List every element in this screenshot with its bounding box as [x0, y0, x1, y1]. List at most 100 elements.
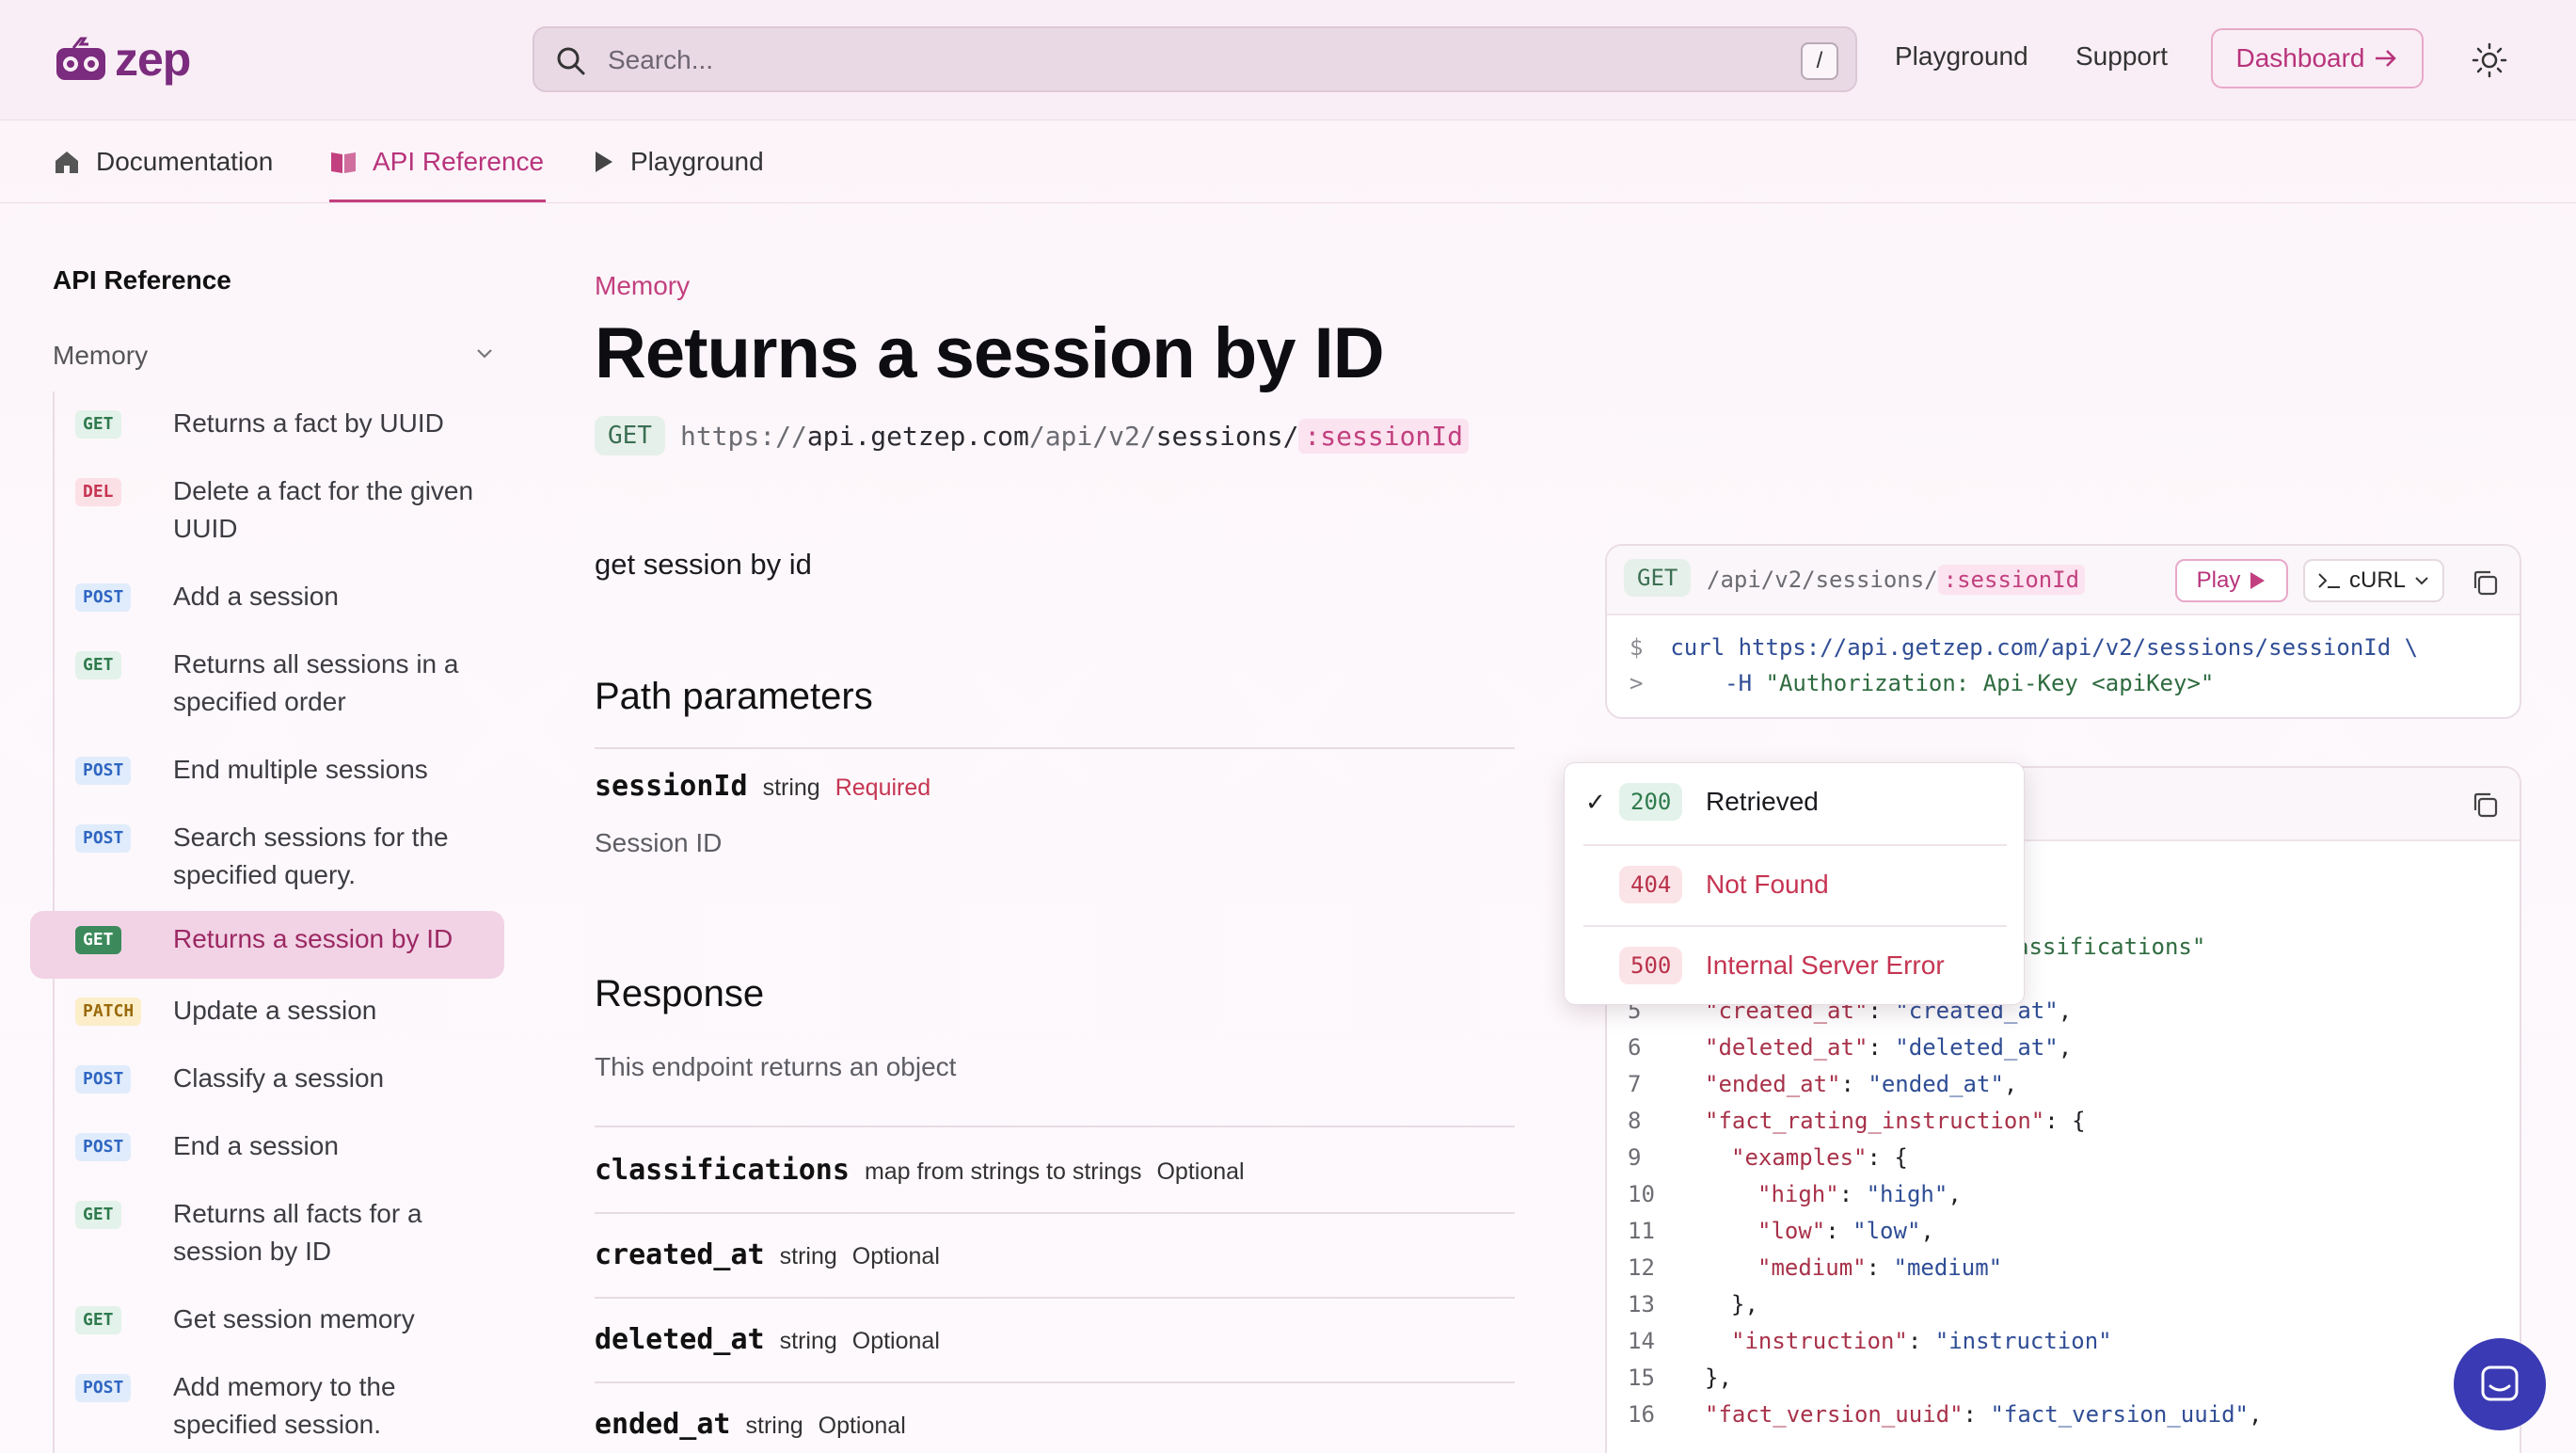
sidebar-item-label: Delete a fact for the given UUID	[173, 476, 474, 543]
field-type: map from strings to strings	[864, 1158, 1142, 1185]
response-field-row: ended_at string Optional	[595, 1408, 906, 1441]
json-key: "examples"	[1731, 1144, 1868, 1171]
sun-icon[interactable]	[2471, 41, 2508, 79]
sidebar-group-memory[interactable]: Memory	[53, 341, 495, 371]
copy-icon[interactable]	[2471, 790, 2499, 819]
sidebar-item[interactable]: POST End a session	[55, 1127, 506, 1169]
tab-playground[interactable]: Playground	[593, 147, 764, 177]
sidebar-item[interactable]: POST Classify a session	[55, 1060, 506, 1101]
divider	[595, 1212, 1515, 1214]
status-label: Internal Server Error	[1706, 950, 1945, 980]
field-name: deleted_at	[595, 1323, 765, 1356]
play-button[interactable]: Play	[2175, 559, 2288, 602]
search-bar[interactable]: /	[533, 26, 1857, 92]
json-separator: :	[1963, 1401, 1991, 1428]
json-line: "fact_version_uuid": "fact_version_uuid"…	[1705, 1401, 2262, 1428]
code-card-header: GET /api/v2/sessions/:sessionId Play cUR…	[1607, 546, 2520, 615]
sidebar-item[interactable]: GET Returns all facts for a session by I…	[55, 1195, 506, 1274]
sidebar-item[interactable]: DEL Delete a fact for the given UUID	[55, 472, 506, 551]
json-key: "medium"	[1757, 1254, 1867, 1281]
play-icon	[2250, 572, 2266, 589]
zep-robot-icon	[56, 37, 105, 80]
line-number: 9	[1628, 1144, 1642, 1171]
sidebar-item-label: Classify a session	[173, 1063, 385, 1093]
sidebar-item[interactable]: POST Add memory to the specified session…	[55, 1368, 506, 1447]
request-code-card: GET /api/v2/sessions/:sessionId Play cUR…	[1605, 544, 2521, 719]
sidebar-item[interactable]: PATCH Update a session	[55, 992, 506, 1033]
json-line: "high": "high",	[1757, 1181, 1962, 1207]
terminal-icon	[2318, 573, 2340, 588]
search-icon	[557, 47, 585, 75]
sidebar-item-label: Search sessions for the specified query.	[173, 822, 449, 889]
chevron-down-icon	[477, 349, 492, 359]
json-value: "high"	[1866, 1181, 1948, 1207]
dashboard-label: Dashboard	[2235, 43, 2365, 72]
method-badge: POST	[75, 757, 132, 785]
response-field-row: created_at string Optional	[595, 1238, 940, 1271]
chevron-down-icon	[2415, 577, 2428, 585]
chat-icon	[2481, 1365, 2519, 1401]
tab-api-reference[interactable]: API Reference	[329, 147, 544, 177]
tab-playground-label: Playground	[630, 147, 764, 176]
json-separator: :	[1838, 1181, 1867, 1207]
curl-flag: -H	[1725, 670, 1753, 696]
url-segment: /api/v2/	[1028, 420, 1156, 452]
check-icon: ✓	[1585, 787, 1606, 816]
status-code: 404	[1619, 866, 1683, 903]
language-select[interactable]: cURL	[2303, 559, 2444, 602]
sidebar-item-label: Update a session	[173, 996, 377, 1025]
response-field-row: classifications map from strings to stri…	[595, 1154, 1245, 1187]
line-number: 8	[1628, 1108, 1642, 1134]
sidebar-item-label: Returns all facts for a session by ID	[173, 1199, 422, 1266]
divider	[595, 1381, 1515, 1383]
line-number: 7	[1628, 1071, 1642, 1097]
sidebar-item[interactable]: POST Add a session	[55, 578, 506, 619]
code-card-path: /api/v2/sessions/:sessionId	[1707, 565, 2086, 595]
method-badge: PATCH	[75, 998, 142, 1026]
field-optional: Optional	[1156, 1158, 1245, 1185]
dashboard-button[interactable]: Dashboard	[2211, 28, 2424, 88]
sidebar-item-label: Returns a session by ID	[173, 924, 453, 953]
method-pill: GET	[1624, 559, 1692, 597]
status-option-500[interactable]: 500 Internal Server Error	[1565, 927, 2026, 1004]
nav-playground-link[interactable]: Playground	[1895, 41, 2028, 72]
copy-icon[interactable]	[2471, 568, 2499, 597]
json-punctuation: ,	[1920, 1218, 1934, 1244]
method-pill: GET	[595, 416, 665, 455]
sidebar-item[interactable]: POST End multiple sessions	[55, 751, 506, 792]
json-line: "ended_at": "ended_at",	[1705, 1071, 2017, 1097]
sidebar-item[interactable]: GET Get session memory	[55, 1301, 506, 1342]
method-badge: POST	[75, 1374, 132, 1402]
play-icon	[596, 152, 612, 172]
method-badge: DEL	[75, 478, 121, 506]
chat-launcher-button[interactable]	[2454, 1338, 2546, 1430]
sidebar-item-label: Get session memory	[173, 1304, 415, 1333]
sidebar-item-active[interactable]: GET Returns a session by ID	[30, 911, 504, 979]
url-host: api.getzep.com	[806, 420, 1029, 452]
param-row: sessionId string Required	[595, 770, 930, 803]
status-option-404[interactable]: 404 Not Found	[1565, 846, 2026, 923]
param-name: sessionId	[595, 770, 748, 803]
line-number: 10	[1628, 1181, 1655, 1207]
json-key: "ended_at"	[1705, 1071, 1841, 1097]
tab-documentation[interactable]: Documentation	[53, 147, 273, 177]
status-option-200[interactable]: ✓ 200 Retrieved	[1565, 763, 2026, 840]
sidebar-item[interactable]: GET Returns a fact by UUID	[55, 405, 506, 446]
sidebar-item[interactable]: GET Returns all sessions in a specified …	[55, 646, 506, 725]
nav-support-link[interactable]: Support	[2075, 41, 2168, 72]
breadcrumb[interactable]: Memory	[595, 271, 690, 301]
json-separator: :	[1868, 1034, 1896, 1061]
sidebar-item-label: Returns all sessions in a specified orde…	[173, 649, 459, 716]
sidebar-item[interactable]: POST Search sessions for the specified q…	[55, 819, 506, 898]
sidebar-item-label: Add memory to the specified session.	[173, 1372, 396, 1439]
prompt-symbol: >	[1630, 670, 1644, 696]
method-badge: GET	[75, 1306, 121, 1334]
method-badge: GET	[75, 651, 121, 679]
json-separator: :	[1866, 1254, 1894, 1281]
method-badge: POST	[75, 824, 132, 853]
method-badge: GET	[75, 1201, 121, 1229]
method-badge: POST	[75, 1065, 132, 1094]
line-number: 13	[1628, 1291, 1655, 1317]
logo[interactable]: zep	[53, 32, 191, 87]
search-input[interactable]	[608, 41, 1737, 79]
